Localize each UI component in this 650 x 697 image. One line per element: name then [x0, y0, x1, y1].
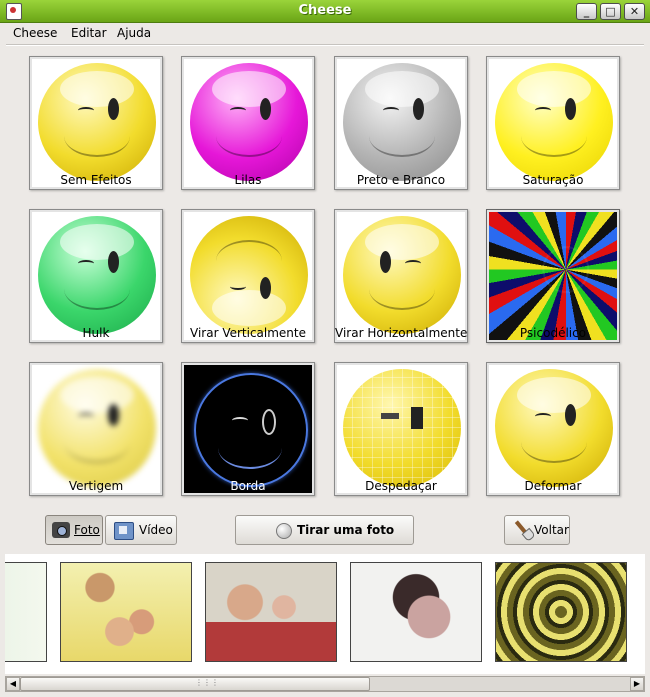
scrollbar-thumb[interactable] — [20, 677, 370, 691]
menu-editar[interactable]: Editar — [71, 26, 107, 40]
effect-label: Psicodélico — [519, 326, 587, 340]
smiley-image — [190, 63, 308, 181]
photo-button-label: Foto — [74, 523, 100, 537]
smiley-image — [343, 63, 461, 181]
effect-saturacao[interactable]: Saturação — [486, 56, 620, 190]
psychedelic-image — [489, 212, 617, 340]
horizontal-scrollbar[interactable]: ◀ ▶ — [5, 676, 645, 692]
smiley-image — [38, 216, 156, 334]
gallery-thumbnail[interactable] — [350, 562, 482, 662]
menu-bar: Cheese Editar Ajuda — [0, 23, 650, 43]
back-button-label: Voltar — [534, 523, 569, 537]
effect-label: Despedaçar — [365, 479, 437, 493]
video-mode-button[interactable]: Vídeo — [105, 515, 177, 545]
gallery-thumbnail[interactable] — [60, 562, 192, 662]
effect-sem-efeitos[interactable]: Sem Efeitos — [29, 56, 163, 190]
scroll-right-arrow-icon[interactable]: ▶ — [630, 677, 644, 691]
effect-lilas[interactable]: Lilas — [181, 56, 315, 190]
menu-ajuda[interactable]: Ajuda — [117, 26, 151, 40]
camera-icon — [52, 522, 70, 538]
gallery-thumbnail[interactable] — [5, 562, 47, 662]
effect-label: Borda — [230, 479, 266, 493]
smiley-image — [495, 369, 613, 487]
minimize-button[interactable]: _ — [576, 3, 597, 20]
smiley-image — [38, 369, 156, 487]
gallery-thumbnail[interactable] — [205, 562, 337, 662]
gallery-thumbnail[interactable] — [495, 562, 627, 662]
effect-label: Lilas — [234, 173, 262, 187]
close-button[interactable]: ✕ — [624, 3, 645, 20]
photo-mode-button[interactable]: Foto — [45, 515, 103, 545]
effect-vertigem[interactable]: Vertigem — [29, 362, 163, 496]
effect-label: Vertigem — [68, 479, 124, 493]
effect-label: Saturação — [522, 173, 584, 187]
effect-label: Virar Horizontalmente — [335, 326, 468, 340]
paintbrush-icon — [510, 518, 534, 542]
smiley-image — [190, 216, 308, 334]
take-photo-label: Tirar uma foto — [297, 523, 395, 537]
effect-despedacar[interactable]: Despedaçar — [334, 362, 468, 496]
window-title: Cheese — [298, 3, 352, 18]
video-button-label: Vídeo — [139, 523, 173, 537]
effect-hulk[interactable]: Hulk — [29, 209, 163, 343]
scroll-left-arrow-icon[interactable]: ◀ — [6, 677, 20, 691]
title-bar: Cheese _ □ ✕ — [0, 0, 650, 23]
effect-virar-horizontalmente[interactable]: Virar Horizontalmente — [334, 209, 468, 343]
maximize-button[interactable]: □ — [600, 3, 621, 20]
effect-label: Hulk — [82, 326, 110, 340]
take-photo-button[interactable]: Tirar uma foto — [235, 515, 414, 545]
effect-label: Deformar — [524, 479, 582, 493]
effect-deformar[interactable]: Deformar — [486, 362, 620, 496]
smiley-image — [38, 63, 156, 181]
back-button[interactable]: Voltar — [504, 515, 570, 545]
menu-cheese[interactable]: Cheese — [13, 26, 57, 40]
smiley-image — [495, 63, 613, 181]
effect-label: Sem Efeitos — [60, 173, 132, 187]
effect-label: Virar Verticalmente — [190, 326, 306, 340]
record-icon — [276, 523, 292, 539]
pixelated-smiley-image — [343, 369, 461, 487]
menu-separator — [6, 44, 644, 46]
effect-preto-e-branco[interactable]: Preto e Branco — [334, 56, 468, 190]
smiley-image — [343, 216, 461, 334]
edge-smiley-image — [194, 373, 308, 487]
effect-label: Preto e Branco — [356, 173, 446, 187]
effect-virar-verticalmente[interactable]: Virar Verticalmente — [181, 209, 315, 343]
video-camera-icon — [114, 522, 134, 540]
effect-borda[interactable]: Borda — [181, 362, 315, 496]
effect-psicodelico[interactable]: Psicodélico — [486, 209, 620, 343]
photo-gallery-strip[interactable] — [5, 554, 645, 674]
